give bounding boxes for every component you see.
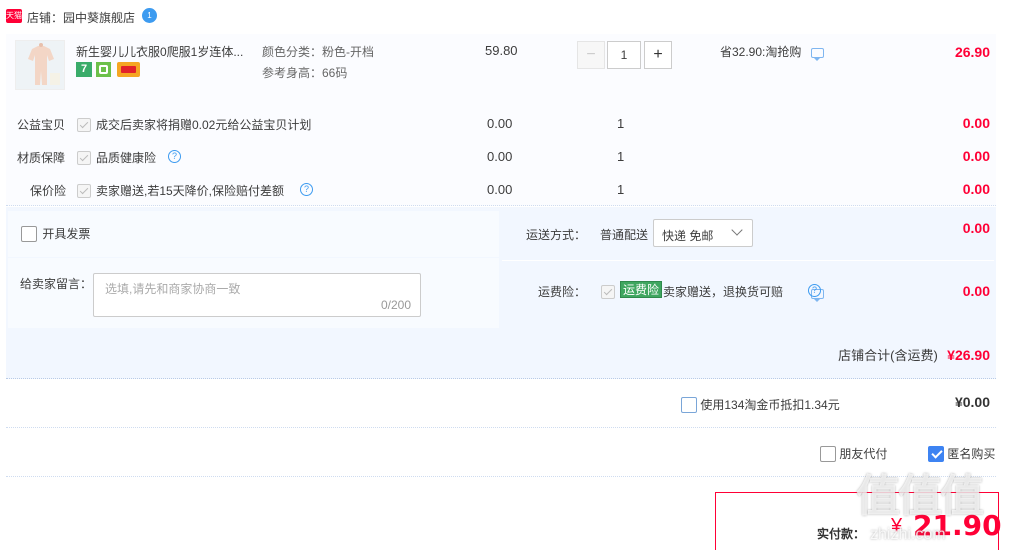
help-icon[interactable]: ? [300,183,313,196]
shop-total-value: ¥26.90 [947,347,990,363]
service-checkbox[interactable] [77,117,91,132]
message-label: 给卖家留言： [20,277,93,291]
qty-plus-button[interactable]: + [644,41,672,69]
service-label: 公益宝贝 [17,118,66,132]
product-thumbnail[interactable] [15,40,65,90]
shipping-selected: 快递 免邮 [662,229,714,243]
service-qty: 1 [617,149,625,164]
coins-checkbox[interactable] [681,396,697,413]
shop-total-label: 店铺合计(含运费) [838,348,938,363]
message-counter: 0/200 [380,298,411,312]
promo-text: 省32.90:淘抢购 [720,43,824,61]
qty-input[interactable]: 1 [607,41,641,69]
shop-name[interactable]: 店铺：园中葵旗舰店 [27,9,135,26]
service-row-0: 公益宝贝 成交后卖家将捐赠0.02元给公益宝贝计划 0.00 1 0.00 [6,114,996,134]
chevron-down-icon [731,224,743,236]
service-checkbox[interactable] [77,150,91,165]
message-placeholder: 选填,请先和商家协商一致 [105,282,241,296]
shipping-cost: 0.00 [962,220,990,236]
friend-pay-checkbox[interactable] [820,445,836,462]
shipping-label: 运送方式： [526,228,587,242]
insurance-checkbox[interactable] [601,284,615,299]
anonymous-label: 匿名购买 [947,447,996,461]
promo-label: 省32.90:淘抢购 [720,45,802,59]
message-badge-icon[interactable]: 1 [142,8,157,23]
service-desc: 品质健康险 [96,151,157,165]
service-desc: 成交后卖家将捐赠0.02元给公益宝贝计划 [96,118,312,132]
service-total: 0.00 [962,115,990,131]
baby-onesie-image [16,41,64,89]
coins-value: ¥0.00 [954,394,990,410]
unit-price: 59.80 [485,43,518,58]
shop-total: 店铺合计(含运费) ¥26.90 [838,345,990,364]
trust-shield-icon [96,62,112,77]
service-total: 0.00 [962,148,990,164]
service-label: 材质保障 [17,151,66,165]
service-qty: 1 [617,116,625,131]
friend-pay-label: 朋友代付 [839,447,888,461]
invoice-checkbox[interactable] [21,225,37,242]
insurance-desc: 卖家赠送，退换货可赔 [663,285,784,299]
message-textarea[interactable]: 选填,请先和商家协商一致 0/200 [93,273,421,317]
invoice-label: 开具发票 [42,227,91,241]
service-checkbox[interactable] [77,183,91,198]
insurance-tag: 运费险 [620,281,663,298]
item-total: 26.90 [954,44,990,60]
final-label: 实付款： [817,527,866,541]
quantity-stepper: − 1 + [577,41,673,69]
service-row-2: 保价险 卖家赠送,若15天降价,保险赔付差额 ? 0.00 1 0.00 [6,180,996,200]
tmall-badge-icon: 天猫 [6,9,22,23]
service-price: 0.00 [487,149,513,164]
service-label: 保价险 [30,184,67,198]
qty-minus-button[interactable]: − [577,41,605,69]
shipping-type: 普通配送 [600,228,649,242]
coins-option[interactable]: 使用134淘金币抵扣1.34元 [681,396,840,413]
watermark-logo: 值值值 [856,472,984,521]
seven-day-return-icon: 7 [76,62,92,77]
sku-color: 颜色分类：粉色-开档 [262,45,374,59]
shipping-select[interactable]: 快递 免邮 [653,219,753,247]
shop-header: 天猫 店铺：园中葵旗舰店 1 [6,6,306,28]
invoice-option[interactable]: 开具发票 [21,225,90,242]
service-desc: 卖家赠送,若15天降价,保险赔付差额 [96,184,285,198]
service-row-1: 材质保障 品质健康险 ? 0.00 1 0.00 [6,147,996,167]
product-title[interactable]: 新生婴儿儿衣服0爬服1岁连体... [76,43,243,60]
help-icon[interactable]: ? [168,150,181,163]
insurance-cost: 0.00 [962,283,990,299]
coins-label: 使用134淘金币抵扣1.34元 [700,398,840,412]
service-price: 0.00 [487,182,513,197]
service-qty: 1 [617,182,625,197]
sku-size: 参考身高：66码 [262,66,348,80]
service-price: 0.00 [487,116,513,131]
service-total: 0.00 [962,181,990,197]
coins-row [6,380,996,428]
credit-card-icon [116,62,140,77]
help-icon[interactable]: ? [808,284,821,297]
watermark-url: zhizhi.com [870,526,946,543]
chat-icon[interactable] [810,47,824,61]
service-icons: 7 [76,62,140,78]
insurance-label: 运费险： [538,285,587,299]
